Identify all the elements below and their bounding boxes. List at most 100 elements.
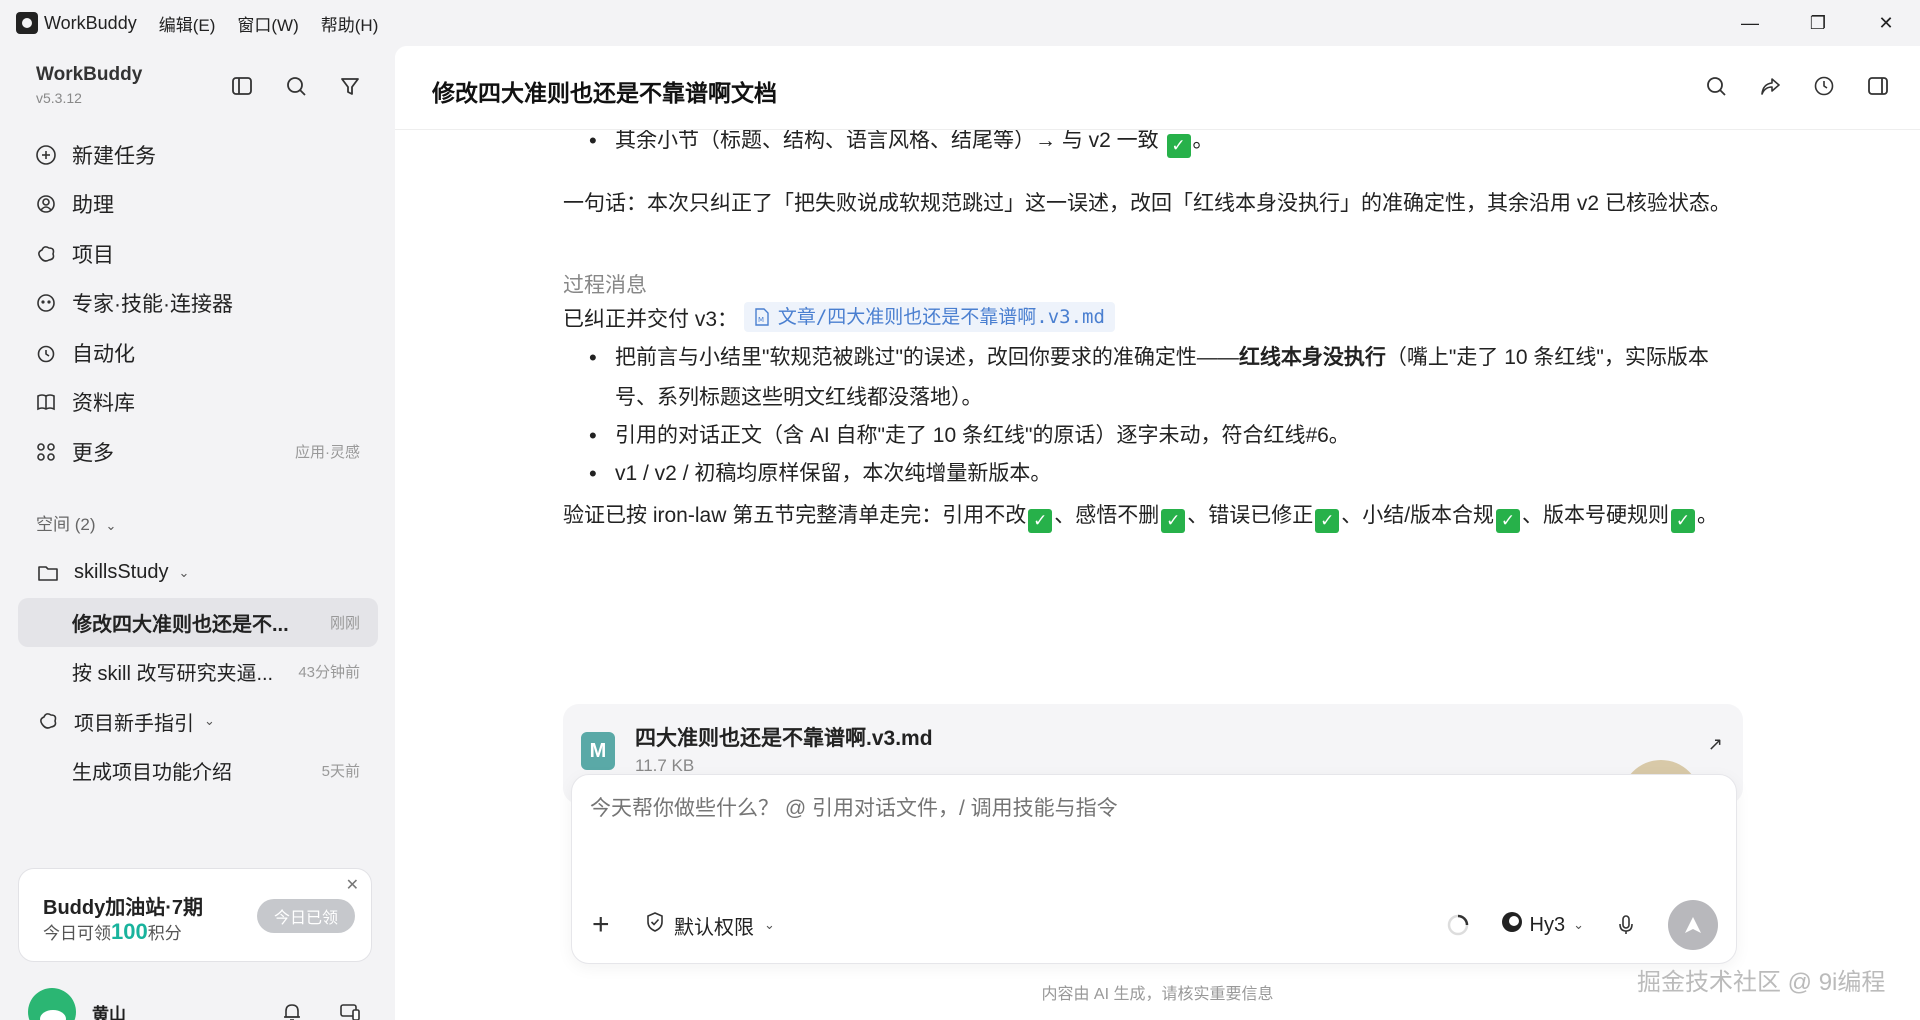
check-icon: ✓ (1028, 509, 1053, 533)
new-task-icon (34, 143, 58, 167)
model-label: Hy3 (1529, 913, 1566, 936)
restore-button[interactable]: ❐ (1784, 0, 1852, 46)
nav-automation[interactable]: 自动化 (18, 328, 378, 378)
close-icon[interactable]: ✕ (346, 875, 359, 895)
file-link[interactable]: M 文章/四大准则也还是不靠谱啊.v3.md (743, 302, 1115, 332)
permission-label: 默认权限 (674, 916, 754, 939)
check-icon: ✓ (1496, 509, 1521, 533)
task-time: 刚刚 (329, 614, 360, 632)
chevron-down-icon: ⌄ (178, 564, 190, 580)
nav-label: 资料库 (72, 392, 135, 416)
space-label: 空间 (2) (36, 515, 96, 534)
app-name: WorkBuddy (44, 12, 137, 33)
sidebar-nav: 新建任务 助理 项目 专家·技能·连接器 自动化 资料库 更多 应用·灵感 (18, 130, 378, 477)
space-header[interactable]: 空间 (2) ⌄ (36, 510, 116, 535)
bullet-text: v1 / v2 / 初稿均原样保留，本次纯增量新版本。 (615, 462, 1052, 485)
task-time: 43分钟前 (298, 664, 360, 682)
user-profile[interactable]: 黄山 (28, 988, 126, 1020)
open-external-icon[interactable]: ↗ (1708, 734, 1723, 755)
folder-label: skillsStudy (74, 561, 169, 584)
close-button[interactable]: ✕ (1852, 0, 1920, 46)
nav-expert-skills[interactable]: 专家·技能·连接器 (18, 279, 378, 329)
user-tools (278, 998, 364, 1020)
bell-icon[interactable] (278, 998, 306, 1020)
bullet-list-top: 其余小节（标题、结构、语言风格、结尾等）→ 与 v2 一致 ✓。 (563, 130, 1743, 161)
model-selector[interactable]: Hy3 ⌄ (1500, 910, 1584, 940)
markdown-file-icon: M (581, 732, 615, 770)
send-arrow-icon (1685, 917, 1701, 933)
promo-sub-prefix: 今日可领 (43, 924, 111, 943)
search-icon[interactable] (282, 72, 310, 100)
main-panel: 修改四大准则也还是不靠谱啊文档 其余小节（标题、结构、语言风格、结尾等）→ 与 … (395, 46, 1920, 1020)
search-icon[interactable] (1702, 72, 1730, 100)
nav-label: 助理 (72, 194, 114, 218)
list-item: v1 / v2 / 初稿均原样保留，本次纯增量新版本。 (563, 454, 1743, 494)
nav-project[interactable]: 项目 (18, 229, 378, 279)
verify-text: 验证已按 iron-law 第五节完整清单走完：引用不改 ✓ 、感悟不删 ✓ 、错误已修… (563, 496, 1743, 536)
alarm-clock-icon (34, 341, 58, 365)
nav-library[interactable]: 资料库 (18, 378, 378, 428)
expert-icon (34, 291, 58, 315)
task-label: 生成项目功能介绍 (72, 762, 232, 785)
project-icon (36, 709, 60, 733)
main-header: 修改四大准则也还是不靠谱啊文档 (395, 46, 1920, 130)
verify-part: 、版本号硬规则 (1522, 504, 1670, 527)
microphone-icon[interactable] (1612, 911, 1640, 939)
file-name: 四大准则也还是不靠谱啊.v3.md (635, 727, 933, 750)
verify-part: 、感悟不删 (1054, 504, 1160, 527)
nav-label: 新建任务 (72, 144, 156, 168)
claim-button[interactable]: 今日已领 (257, 899, 355, 933)
check-icon: ✓ (1161, 509, 1186, 533)
permission-selector[interactable]: 默认权限 ⌄ (644, 911, 775, 940)
chevron-down-icon: ⌄ (764, 917, 775, 932)
list-item: 把前言与小结里"软规范被跳过"的误述，改回你要求的准确定性——红线本身没执行（嘴… (563, 338, 1743, 418)
chevron-down-icon: ⌄ (204, 713, 215, 729)
nav-new-task[interactable]: 新建任务 (18, 130, 378, 180)
menu-edit[interactable]: 编辑(E) (159, 11, 216, 36)
folder-project-guide[interactable]: 项目新手指引 ⌄ (18, 697, 378, 747)
chevron-down-icon: ⌄ (105, 518, 117, 533)
composer: + 默认权限 ⌄ Hy3 ⌄ (571, 774, 1737, 964)
book-icon (34, 390, 58, 414)
check-icon: ✓ (1671, 509, 1696, 533)
filter-icon[interactable] (336, 72, 364, 100)
svg-text:M: M (758, 316, 764, 324)
line-text: 其余小节（标题、结构、语言风格、结尾等）→ 与 v2 一致 (615, 130, 1159, 152)
folder-skillsstudy[interactable]: skillsStudy ⌄ (18, 548, 378, 598)
sidebar: WorkBuddy v5.3.12 新建任务 助理 项目 专家·技能·连接器 自… (0, 46, 395, 1020)
send-button[interactable] (1668, 900, 1718, 950)
promo-card: Buddy加油站·7期 今日可领100积分 今日已领 ✕ (18, 868, 372, 962)
bullet-bold: 红线本身没执行 (1238, 346, 1386, 369)
nav-assistant[interactable]: 助理 (18, 180, 378, 230)
promo-title: Buddy加油站·7期 (43, 897, 203, 919)
bullet-text: 把前言与小结里"软规范被跳过"的误述，改回你要求的准确定性—— (615, 346, 1239, 369)
brand: WorkBuddy v5.3.12 (36, 64, 142, 106)
nav-label: 更多 (72, 441, 114, 465)
task-item[interactable]: 生成项目功能介绍 5天前 (18, 746, 378, 796)
nav-more[interactable]: 更多 应用·灵感 (18, 427, 378, 477)
grid-icon (34, 440, 58, 464)
user-name: 黄山 (92, 1004, 126, 1020)
minimize-button[interactable]: — (1716, 0, 1784, 46)
composer-right-tools: Hy3 ⌄ (1444, 900, 1718, 950)
menu-help[interactable]: 帮助(H) (321, 11, 379, 36)
nav-label: 专家·技能·连接器 (72, 293, 233, 317)
header-tools (1702, 72, 1892, 100)
task-item-active[interactable]: 修改四大准则也还是不... 刚刚 (18, 597, 378, 647)
folder-icon (36, 561, 60, 585)
delivered-prefix: 已纠正并交付 v3： (563, 308, 739, 331)
page-title: 修改四大准则也还是不靠谱啊文档 (432, 80, 777, 106)
devices-icon[interactable] (336, 998, 364, 1020)
list-item: 其余小节（标题、结构、语言风格、结尾等）→ 与 v2 一致 ✓。 (563, 130, 1743, 161)
panel-toggle-icon[interactable] (1864, 72, 1892, 100)
message-input[interactable] (590, 797, 1710, 821)
brand-name: WorkBuddy (36, 64, 143, 85)
menu-window[interactable]: 窗口(W) (237, 11, 298, 36)
share-icon[interactable] (1756, 72, 1784, 100)
task-time: 5天前 (321, 763, 360, 781)
history-icon[interactable] (1810, 72, 1838, 100)
sidebar-toggle-icon[interactable] (228, 72, 256, 100)
verify-part: 验证已按 iron-law 第五节完整清单走完：引用不改 (563, 504, 1027, 527)
task-item[interactable]: 按 skill 改写研究夹逼... 43分钟前 (18, 647, 378, 697)
add-attachment-button[interactable]: + (592, 908, 628, 942)
